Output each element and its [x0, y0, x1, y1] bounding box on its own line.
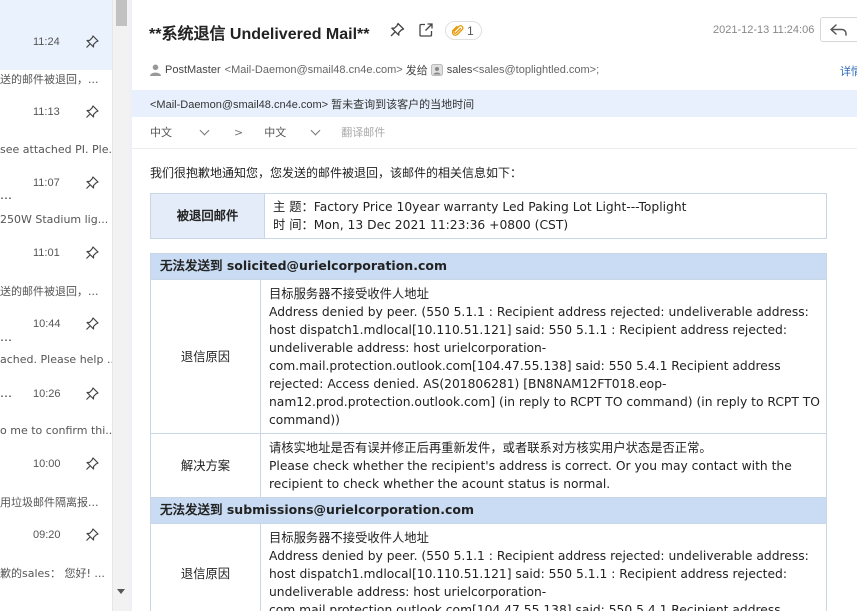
unread-dots: …: [0, 188, 12, 202]
mail-list-item[interactable]: 11:13 see attached PI. Ple...: [0, 94, 112, 164]
pin-icon[interactable]: [85, 246, 99, 260]
mail-list-item[interactable]: … 10:44 ached. Please help ...: [0, 304, 112, 374]
email-datetime: 2021-12-13 11:24:06: [713, 24, 815, 36]
mail-list-item[interactable]: … 10:26 o me to confirm thi...: [0, 374, 112, 444]
sent-to-label: 发给: [405, 65, 428, 77]
mail-snippet: 送的邮件被退回，...: [0, 285, 99, 298]
reason-detail: Address denied by peer. (550 5.1.1 : Rec…: [269, 549, 809, 611]
pin-icon[interactable]: [85, 387, 99, 401]
reason-title: 目标服务器不接受收件人地址: [269, 287, 429, 301]
mail-snippet: 歉的sales： 您好! ...: [0, 567, 105, 580]
attachment-count: 1: [467, 23, 474, 38]
bounced-mail-label: 被退回邮件: [150, 193, 265, 239]
mail-list-item[interactable]: 11:24 送的邮件被退回，...: [0, 0, 112, 86]
bounced-mail-info: 主 题：Factory Price 10year warranty Led Pa…: [264, 193, 827, 239]
solution-label: 解决方案: [150, 433, 261, 498]
mail-snippet: ached. Please help ...: [0, 353, 112, 366]
mail-time: 10:44: [33, 318, 61, 330]
failure-table: 无法发送到 solicited@urielcorporation.com 退信原…: [150, 253, 827, 611]
mail-list-item[interactable]: 11:01 送的邮件被退回，...: [0, 234, 112, 304]
divider: [132, 148, 857, 149]
failure-heading: 无法发送到 solicited@urielcorporation.com: [150, 253, 827, 280]
solution-en: Please check whether the recipient's add…: [269, 459, 792, 491]
reason-content: 目标服务器不接受收件人地址 Address denied by peer. (5…: [260, 279, 827, 434]
local-time-notice: <Mail-Daemon@smail48.cn4e.com> 暂未查询到该客户的…: [132, 90, 857, 117]
solution-content: 请核实地址是否有误并修正后再重新发件，或者联系对方核实用户状态是否正常。 Ple…: [260, 433, 827, 498]
sender-line: PostMaster <Mail-Daemon@smail48.cn4e.com…: [150, 62, 599, 78]
bounced-mail-table: 被退回邮件 主 题：Factory Price 10year warranty …: [150, 193, 827, 239]
mail-snippet: 250W Stadium lig...: [0, 213, 109, 226]
sender-address: <Mail-Daemon@smail48.cn4e.com>: [224, 64, 403, 76]
failure-heading: 无法发送到 submissions@urielcorporation.com: [150, 497, 827, 524]
mail-list-item[interactable]: 10:00 用垃圾邮件隔离报...: [0, 444, 112, 514]
pin-icon[interactable]: [389, 22, 405, 38]
source-language-select[interactable]: 中文: [150, 124, 172, 140]
reason-label: 退信原因: [150, 279, 261, 434]
chevron-down-icon[interactable]: [199, 125, 210, 135]
mail-time: 09:20: [33, 529, 61, 541]
open-in-new-window-icon[interactable]: [418, 22, 434, 38]
attachment-icon: [452, 24, 464, 36]
bounced-mail-time: 时 间：Mon, 13 Dec 2021 11:23:36 +0800 (CST…: [273, 218, 569, 232]
details-link[interactable]: 详情: [840, 63, 857, 79]
translate-mail-button[interactable]: 翻译邮件: [341, 124, 385, 140]
email-subject: **系统退信 Undelivered Mail**: [149, 26, 370, 43]
bounce-intro: 我们很抱歉地通知您，您发送的邮件被退回，该邮件的相关信息如下：: [150, 166, 523, 180]
recipient-address: <sales@toplightled.com>;: [472, 64, 600, 76]
pin-icon[interactable]: [85, 317, 99, 331]
mail-list: 11:24 送的邮件被退回，... 11:13 see attached PI.…: [0, 0, 112, 611]
attachment-badge[interactable]: 1: [445, 21, 482, 40]
recipient-name[interactable]: sales: [447, 64, 473, 76]
mail-list-item[interactable]: … 11:07 250W Stadium lig...: [0, 164, 112, 234]
target-language-select[interactable]: 中文: [264, 124, 286, 140]
mail-time: 10:00: [33, 458, 61, 470]
chevron-down-icon[interactable]: [310, 125, 321, 135]
pin-icon[interactable]: [85, 105, 99, 119]
mail-snippet: see attached PI. Ple...: [0, 143, 112, 156]
unread-dots: …: [0, 386, 12, 400]
bounced-mail-subject: 主 题：Factory Price 10year warranty Led Pa…: [273, 200, 687, 214]
mail-snippet: 用垃圾邮件隔离报...: [0, 496, 99, 509]
pin-icon[interactable]: [85, 176, 99, 190]
pin-icon[interactable]: [85, 457, 99, 471]
sender-name[interactable]: PostMaster: [165, 64, 221, 76]
reason-title: 目标服务器不接受收件人地址: [269, 531, 429, 545]
mail-time: 11:24: [33, 36, 60, 48]
reading-pane: **系统退信 Undelivered Mail** 1 2021-12-13 1…: [132, 0, 857, 611]
translate-arrow: >: [234, 125, 244, 139]
mail-list-item[interactable]: 09:20 歉的sales： 您好! ...: [0, 514, 112, 584]
reason-label: 退信原因: [150, 523, 261, 611]
reason-detail: Address denied by peer. (550 5.1.1 : Rec…: [269, 305, 820, 427]
mail-time: 11:07: [33, 177, 60, 189]
contact-icon: [430, 64, 443, 76]
unread-dots: …: [0, 330, 12, 344]
mail-snippet: 送的邮件被退回，...: [0, 73, 99, 86]
scrollbar-thumb[interactable]: [116, 0, 127, 26]
reply-button[interactable]: [820, 17, 857, 42]
solution-cn: 请核实地址是否有误并修正后再重新发件，或者联系对方核实用户状态是否正常。: [269, 441, 712, 455]
pin-icon[interactable]: [85, 528, 99, 542]
scroll-down-arrow-icon[interactable]: [117, 589, 125, 594]
mail-list-scrollbar[interactable]: [112, 0, 129, 611]
translate-bar: 中文 > 中文 翻译邮件: [150, 124, 385, 140]
mail-time: 10:26: [33, 388, 61, 400]
reply-icon: [830, 24, 847, 36]
mail-time: 11:01: [33, 247, 60, 259]
person-icon: [150, 64, 161, 76]
reason-content: 目标服务器不接受收件人地址 Address denied by peer. (5…: [260, 523, 827, 611]
mail-snippet: o me to confirm thi...: [0, 424, 112, 437]
mail-time: 11:13: [33, 106, 60, 118]
pin-icon[interactable]: [85, 35, 99, 49]
